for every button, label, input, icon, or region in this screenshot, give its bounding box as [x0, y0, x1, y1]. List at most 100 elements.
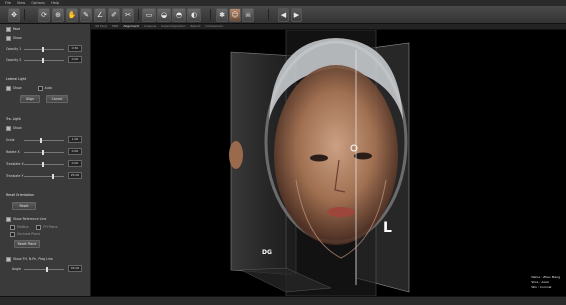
translate-slider-thumb[interactable]	[42, 162, 44, 167]
angle-slider[interactable]	[24, 267, 64, 272]
angle-icon[interactable]: ∠	[94, 8, 106, 22]
ref-midline-radio[interactable]	[10, 224, 15, 230]
tab-analysis[interactable]: Analysis	[144, 24, 156, 29]
light-options-row: Show Auto	[6, 85, 86, 91]
settings-icon[interactable]: ✱	[216, 8, 228, 22]
light-header: Lateral Light	[6, 77, 27, 81]
reset-header: Reset Orientation	[6, 193, 34, 197]
ref-options-row: Midline FH Plane	[10, 224, 86, 230]
toolbar-separator	[268, 9, 269, 20]
align-button[interactable]: Align	[20, 95, 40, 103]
left-ear	[229, 141, 243, 169]
translate2-slider[interactable]	[24, 174, 64, 179]
orientation-label-right: L	[383, 220, 392, 236]
angle-label: Angle	[12, 267, 22, 271]
ref-row: Show Reference Line	[6, 216, 86, 222]
reset-header-row: Reset Orientation	[6, 192, 86, 198]
move-icon[interactable]: ✥	[8, 8, 20, 22]
viewport-info: Name : Zhen Meng Slice : Axial Win : Cor…	[531, 275, 560, 290]
info-line-window: Win : Coronal	[531, 285, 552, 289]
opacity2-value[interactable]: 0.00	[68, 56, 82, 63]
measure-icon[interactable]: ✎	[80, 8, 92, 22]
render-viewport[interactable]: DG L Name : Zhen Meng Slice : Axial Win …	[91, 30, 566, 296]
opacity1-value[interactable]: 0.50	[68, 45, 82, 52]
plane-label: Show FH, N-Pn, Plag Line	[13, 257, 53, 261]
tab-superimposition[interactable]: Superimposition	[161, 24, 185, 29]
translate2-slider-thumb[interactable]	[52, 174, 54, 179]
ref-occlusal-radio[interactable]	[10, 231, 15, 237]
rotate-icon[interactable]: ⟳	[38, 8, 50, 22]
reset-plane-button[interactable]: Reset Plane	[14, 240, 40, 248]
translate2-value[interactable]: 25.00	[68, 172, 82, 179]
rotate-slider[interactable]	[24, 150, 64, 155]
axial-view-icon[interactable]: ▭	[142, 8, 156, 22]
light-auto-label: Auto	[44, 86, 53, 90]
ref-fh-radio[interactable]	[36, 224, 42, 230]
face-checkbox[interactable]	[6, 26, 11, 32]
cut-icon[interactable]: ✂	[122, 8, 134, 22]
plane-checkbox[interactable]	[6, 256, 11, 262]
tra-show-checkbox[interactable]	[6, 125, 11, 131]
ref-occlusal-label: Occlusal Plane	[17, 232, 41, 236]
previous-button[interactable]: ◀	[278, 8, 289, 22]
opacity2-slider[interactable]	[24, 58, 64, 63]
scale-value[interactable]: 1.00	[68, 136, 82, 143]
translate-value[interactable]: 0.00	[68, 160, 82, 167]
tab-alignment[interactable]: Alignment	[123, 24, 138, 29]
opacity2-slider-thumb[interactable]	[42, 58, 44, 63]
show-label: Show	[13, 36, 22, 40]
light-header-row: Lateral Light	[6, 76, 86, 82]
right-eye	[354, 152, 372, 160]
light-show-checkbox[interactable]	[6, 85, 11, 91]
face-section: Face	[6, 26, 86, 32]
volume-view-icon[interactable]: ◐	[187, 8, 201, 22]
opacity2-label: Opacity 2	[6, 58, 22, 62]
orientation-label-left: DG	[262, 249, 272, 256]
translate-label: Translate X	[6, 162, 24, 166]
ref-fh-label: FH Plane	[43, 225, 58, 229]
skull-icon[interactable]: ☠	[242, 8, 254, 22]
angle-value[interactable]: 45.00	[68, 265, 82, 272]
show-row: Show	[6, 35, 86, 41]
coronal-view-icon[interactable]: ◒	[157, 8, 171, 22]
face-surface	[274, 65, 398, 245]
face-photo-icon[interactable]: ☺	[229, 8, 241, 22]
opacity1-label: Opacity 1	[6, 47, 22, 51]
volume-render	[229, 30, 410, 296]
next-button[interactable]: ▶	[291, 8, 302, 22]
opacity1-slider[interactable]	[24, 47, 64, 52]
left-eye	[310, 154, 328, 162]
lips	[327, 207, 355, 217]
pan-icon[interactable]: ✋	[66, 8, 78, 22]
annotate-icon[interactable]: ✐	[108, 8, 120, 22]
cancel-button[interactable]: Cancel	[46, 95, 68, 103]
scale-slider[interactable]	[24, 138, 64, 143]
reset-button[interactable]: Reset	[12, 202, 36, 210]
tab-comparison[interactable]: Comparison	[205, 24, 223, 29]
face-header: Face	[13, 27, 21, 31]
light-show-label: Show	[13, 86, 22, 90]
rotate-value[interactable]: 0.00	[68, 148, 82, 155]
sagittal-view-icon[interactable]: ◓	[172, 8, 186, 22]
rotate-slider-thumb[interactable]	[42, 150, 44, 155]
tab-report[interactable]: Report	[190, 24, 200, 29]
translate-slider[interactable]	[24, 162, 64, 167]
ref-checkbox[interactable]	[6, 216, 11, 222]
light-auto-checkbox[interactable]	[37, 85, 43, 91]
angle-slider-thumb[interactable]	[46, 267, 48, 272]
tra-show-row: Show	[6, 125, 86, 131]
toolbar: ✥ ⟳ ⊕ ✋ ✎ ∠ ✐ ✂ ▭ ◒ ◓ ◐ ✱ ☺ ☠ ◀ ▶	[0, 6, 566, 24]
tab-mpr[interactable]: MPR	[112, 24, 118, 29]
plane-row: Show FH, N-Pn, Plag Line	[6, 256, 86, 262]
control-panel: Face Show Opacity 1 0.50 Opacity 2 0.00 …	[0, 24, 91, 296]
ref-label: Show Reference Line	[13, 217, 47, 221]
tab-3d-face[interactable]: 3D Face	[95, 24, 107, 29]
show-checkbox[interactable]	[6, 35, 11, 41]
opacity1-slider-thumb[interactable]	[42, 47, 44, 52]
translate2-label: Translate Y	[6, 174, 24, 178]
scale-slider-thumb[interactable]	[40, 138, 42, 143]
ref-midline-label: Midline	[17, 225, 29, 229]
toolbar-separator	[24, 9, 25, 20]
rotate-label: Rotate X	[6, 150, 20, 154]
zoom-icon[interactable]: ⊕	[52, 8, 64, 22]
